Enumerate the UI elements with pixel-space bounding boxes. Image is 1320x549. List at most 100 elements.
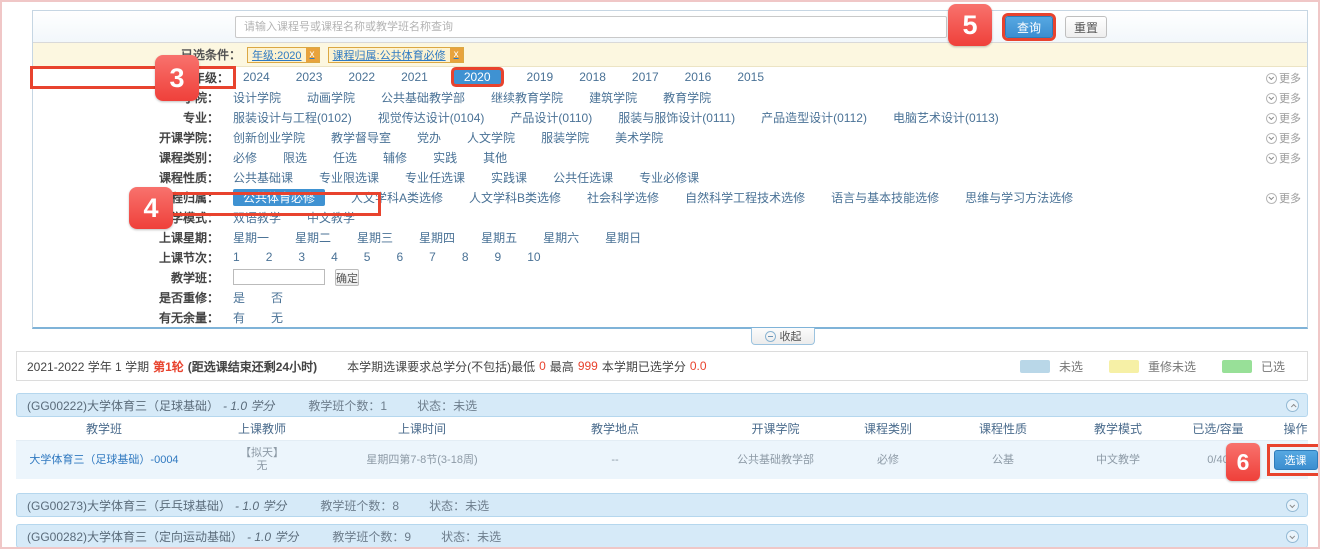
class-name-link[interactable]: 大学体育三（足球基础）-0004 [29, 454, 178, 466]
reset-button[interactable]: 重置 [1065, 16, 1107, 38]
filter-option[interactable]: 继续教育学院 [491, 89, 563, 106]
filter-option[interactable]: 动画学院 [307, 89, 355, 106]
college-cell: 公共基础教学部 [718, 454, 833, 467]
filter-option[interactable]: 服装设计与工程(0102) [233, 109, 352, 126]
filter-option[interactable]: 社会科学选修 [587, 189, 659, 206]
filter-option[interactable]: 2019 [527, 70, 554, 84]
filter-option[interactable]: 有 [233, 309, 245, 326]
filter-option[interactable]: 双语教学 [233, 209, 281, 226]
remove-condition-icon[interactable]: x [306, 48, 319, 62]
filter-option[interactable]: 10 [527, 250, 540, 264]
teaching-class-input[interactable] [233, 269, 325, 285]
filter-option[interactable]: 3 [298, 250, 305, 264]
filter-option[interactable]: 其他 [483, 149, 507, 166]
filter-option[interactable]: 设计学院 [233, 89, 281, 106]
filter-option[interactable]: 公共基础教学部 [381, 89, 465, 106]
collapse-section-icon[interactable] [1286, 399, 1299, 412]
filter-option[interactable]: 任选 [333, 149, 357, 166]
filter-option[interactable]: 专业限选课 [319, 169, 379, 186]
filter-option[interactable]: 专业必修课 [639, 169, 699, 186]
collapse-tab[interactable]: 收起 [751, 328, 815, 345]
filter-option[interactable]: 人文学院 [467, 129, 515, 146]
more-link[interactable]: 更多 [1266, 110, 1301, 126]
filter-option[interactable]: 2020 [454, 70, 501, 84]
filter-option[interactable]: 8 [462, 250, 469, 264]
filter-option[interactable]: 星期一 [233, 229, 269, 246]
filter-option[interactable]: 4 [331, 250, 338, 264]
filter-option[interactable]: 美术学院 [615, 129, 663, 146]
filter-option[interactable]: 视觉传达设计(0104) [378, 109, 485, 126]
remove-condition-icon[interactable]: x [450, 48, 463, 62]
more-link[interactable]: 更多 [1266, 70, 1301, 86]
more-link[interactable]: 更多 [1266, 90, 1301, 106]
more-link[interactable]: 更多 [1266, 130, 1301, 146]
filter-option[interactable]: 2022 [348, 70, 375, 84]
filter-option[interactable]: 建筑学院 [589, 89, 637, 106]
filter-option[interactable]: 创新创业学院 [233, 129, 305, 146]
filter-option[interactable]: 无 [271, 309, 283, 326]
filter-option[interactable]: 2024 [243, 70, 270, 84]
legend-swatch [1109, 360, 1139, 373]
search-input[interactable] [235, 16, 947, 38]
filter-option[interactable]: 是 [233, 289, 245, 306]
filter-option[interactable]: 必修 [233, 149, 257, 166]
filter-option[interactable]: 公共任选课 [553, 169, 613, 186]
filter-option[interactable]: 5 [364, 250, 371, 264]
filter-option[interactable]: 2021 [401, 70, 428, 84]
condition-tag[interactable]: 年级:2020 x [247, 47, 320, 63]
filter-option[interactable]: 公共基础课 [233, 169, 293, 186]
more-link[interactable]: 更多 [1266, 150, 1301, 166]
filter-option[interactable]: 2017 [632, 70, 659, 84]
filter-option[interactable]: 2015 [737, 70, 764, 84]
filter-option[interactable]: 教育学院 [663, 89, 711, 106]
filter-option[interactable]: 产品设计(0110) [510, 109, 592, 126]
filter-option[interactable]: 9 [495, 250, 502, 264]
filter-option[interactable]: 公共体育必修 [233, 189, 325, 206]
course-section-header[interactable]: (GG00222)大学体育三（足球基础）- 1.0 学分教学班个数：1状态：未选 [16, 393, 1308, 417]
filter-option[interactable]: 自然科学工程技术选修 [685, 189, 805, 206]
filter-option[interactable]: 星期五 [481, 229, 517, 246]
query-button[interactable]: 查询 [1005, 16, 1053, 38]
filter-option[interactable]: 6 [396, 250, 403, 264]
select-course-button[interactable]: 选课 [1274, 450, 1318, 470]
filter-option[interactable]: 思维与学习方法选修 [965, 189, 1073, 206]
filter-option[interactable]: 中文教学 [307, 209, 355, 226]
filter-option[interactable]: 辅修 [383, 149, 407, 166]
annotation-badge-5: 5 [948, 4, 992, 46]
filter-option[interactable]: 教学督导室 [331, 129, 391, 146]
filter-option[interactable]: 7 [429, 250, 436, 264]
filter-option[interactable]: 人文学科B类选修 [469, 189, 561, 206]
filter-option[interactable]: 2023 [296, 70, 323, 84]
condition-tag-label: 年级:2020 [252, 47, 302, 63]
filter-option[interactable]: 电脑艺术设计(0113) [893, 109, 999, 126]
filter-option[interactable]: 2016 [685, 70, 712, 84]
filter-option[interactable]: 人文学科A类选修 [351, 189, 443, 206]
filter-option[interactable]: 实践课 [491, 169, 527, 186]
filter-option[interactable]: 星期六 [543, 229, 579, 246]
filter-option[interactable]: 星期三 [357, 229, 393, 246]
filter-option[interactable]: 2 [266, 250, 273, 264]
filter-option[interactable]: 党办 [417, 129, 441, 146]
filter-option[interactable]: 星期日 [605, 229, 641, 246]
filter-option[interactable]: 星期四 [419, 229, 455, 246]
filter-option[interactable]: 专业任选课 [405, 169, 465, 186]
filter-option[interactable]: 2018 [579, 70, 606, 84]
expand-section-icon[interactable] [1286, 530, 1299, 543]
filter-option[interactable]: 否 [271, 289, 283, 306]
filter-option[interactable]: 产品造型设计(0112) [761, 109, 867, 126]
course-section-header[interactable]: (GG00282)大学体育三（定向运动基础）- 1.0 学分教学班个数：9状态：… [16, 524, 1308, 548]
filter-option[interactable]: 服装与服饰设计(0111) [618, 109, 735, 126]
expand-section-icon[interactable] [1286, 499, 1299, 512]
confirm-button[interactable]: 确定 [335, 269, 359, 286]
filter-option[interactable]: 星期二 [295, 229, 331, 246]
more-label: 更多 [1279, 130, 1301, 146]
course-section-header[interactable]: (GG00273)大学体育三（乒乓球基础）- 1.0 学分教学班个数：8状态：未… [16, 493, 1308, 517]
filter-option[interactable]: 实践 [433, 149, 457, 166]
filter-option[interactable]: 语言与基本技能选修 [831, 189, 939, 206]
more-link[interactable]: 更多 [1266, 190, 1301, 206]
filter-option[interactable]: 1 [233, 250, 240, 264]
filter-option[interactable]: 限选 [283, 149, 307, 166]
filter-option[interactable]: 服装学院 [541, 129, 589, 146]
course-section-class-count: 教学班个数：1 [308, 397, 387, 414]
condition-tag[interactable]: 课程归属:公共体育必修x [328, 47, 464, 63]
